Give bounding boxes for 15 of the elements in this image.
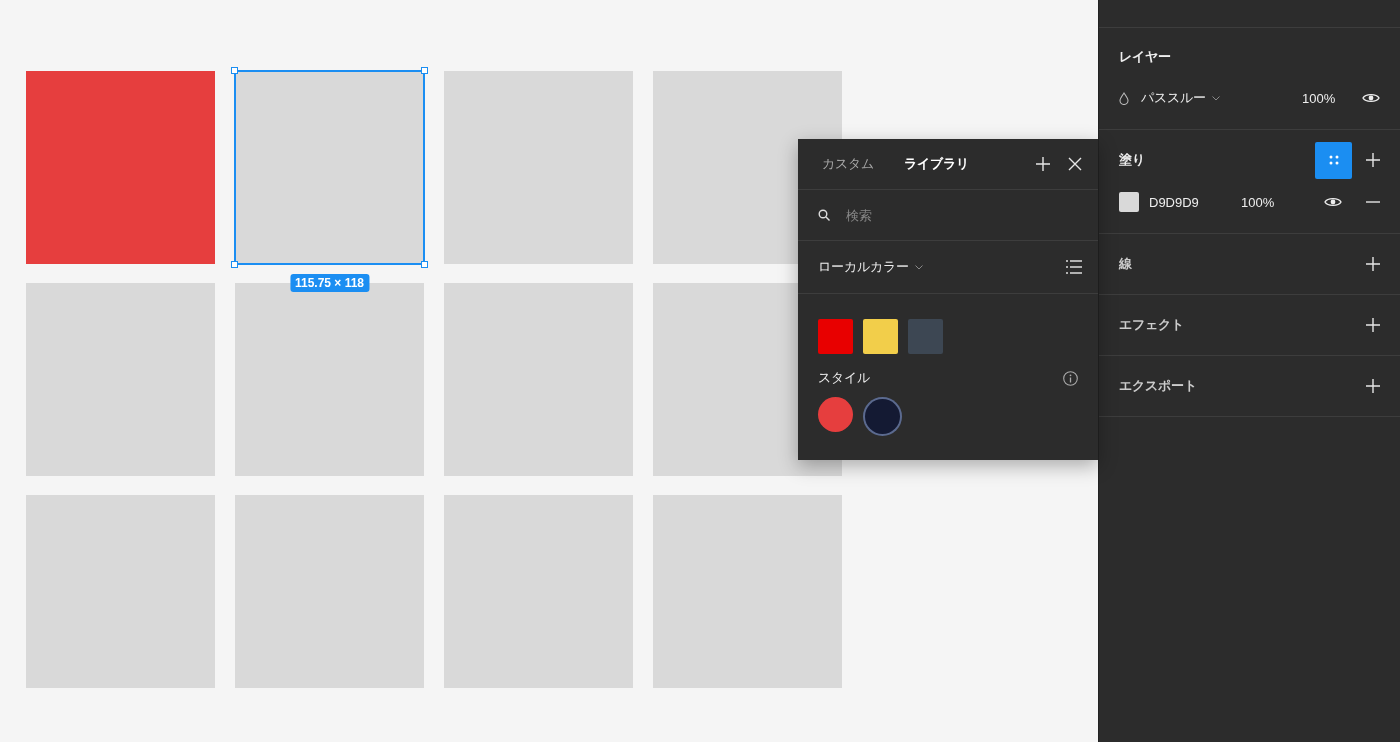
section-title: 塗り: [1119, 151, 1146, 169]
tab[interactable]: ライブラリ: [904, 155, 969, 173]
section-title: レイヤー: [1119, 48, 1172, 66]
tab[interactable]: カスタム: [822, 155, 874, 173]
search-field[interactable]: 検索: [844, 206, 1048, 224]
hex-value[interactable]: D9D9D9: [1149, 194, 1241, 210]
library-dropdown[interactable]: ローカルカラー: [818, 258, 923, 276]
blend-mode-dropdown[interactable]: パススルー: [1141, 89, 1220, 107]
section-title: エクスポート: [1119, 377, 1198, 395]
size-label: 115.75 × 118: [289, 274, 370, 292]
section-title: 線: [1119, 255, 1133, 273]
opacity-value[interactable]: 100%: [1241, 194, 1324, 210]
styles-heading: スタイル: [818, 369, 871, 387]
section-title: エフェクト: [1119, 316, 1185, 334]
opacity-value[interactable]: 100%: [1302, 90, 1362, 106]
